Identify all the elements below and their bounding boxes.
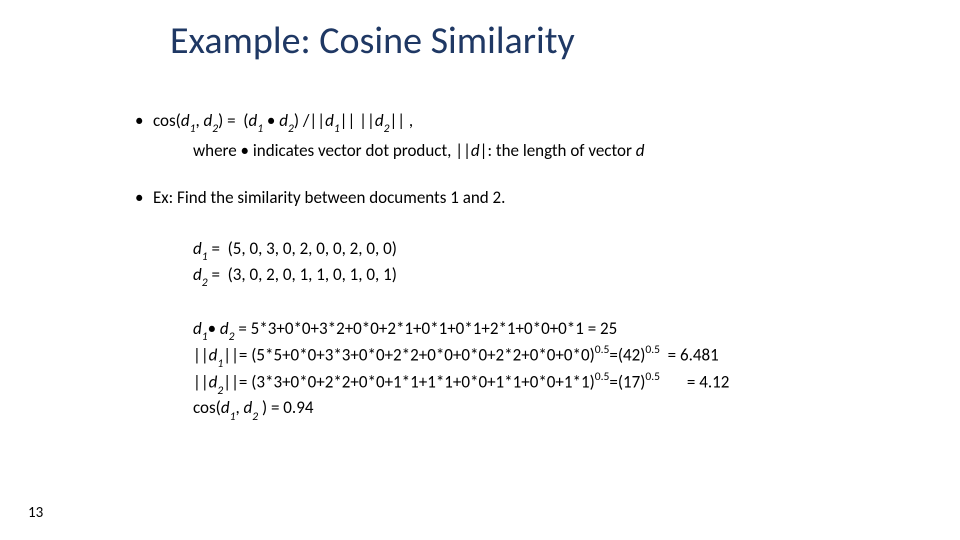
- d1-vector: d1 = (5, 0, 3, 0, 2, 0, 0, 2, 0, 0): [193, 238, 895, 264]
- norm-d1-line: ||d1||= (5*5+0*0+3*3+0*0+2*2+0*0+0*0+2*2…: [193, 344, 895, 371]
- calculations-block: d1• d2 = 5*3+0*0+3*2+0*0+2*1+0*1+0*1+2*1…: [193, 318, 895, 423]
- slide: Example: Cosine Similarity • cos(d1, d2)…: [0, 0, 960, 540]
- bullet-formula: • cos(d1, d2) = (d1 • d2) /||d1|| ||d2||…: [135, 110, 895, 136]
- bullet-dot-icon: •: [135, 110, 153, 133]
- bullet-example: • Ex: Find the similarity between docume…: [135, 187, 895, 210]
- slide-body: • cos(d1, d2) = (d1 • d2) /||d1|| ||d2||…: [135, 110, 895, 423]
- dot-product-line: d1• d2 = 5*3+0*0+3*2+0*0+2*1+0*1+0*1+2*1…: [193, 318, 895, 344]
- slide-title: Example: Cosine Similarity: [170, 18, 575, 64]
- cos-result-line: cos(d1, d2 ) = 0.94: [193, 397, 895, 423]
- norm-d2-line: ||d2||= (3*3+0*0+2*2+0*0+1*1+1*1+0*0+1*1…: [193, 371, 895, 398]
- formula-text: cos(d1, d2) = (d1 • d2) /||d1|| ||d2|| ,: [153, 110, 895, 136]
- vectors-block: d1 = (5, 0, 3, 0, 2, 0, 0, 2, 0, 0) d2 =…: [193, 238, 895, 290]
- page-number: 13: [28, 504, 43, 522]
- formula-where: where • indicates vector dot product, ||…: [193, 140, 895, 163]
- bullet-dot-icon: •: [135, 187, 153, 210]
- d2-vector: d2 = (3, 0, 2, 0, 1, 1, 0, 1, 0, 1): [193, 264, 895, 290]
- example-text: Ex: Find the similarity between document…: [153, 187, 895, 210]
